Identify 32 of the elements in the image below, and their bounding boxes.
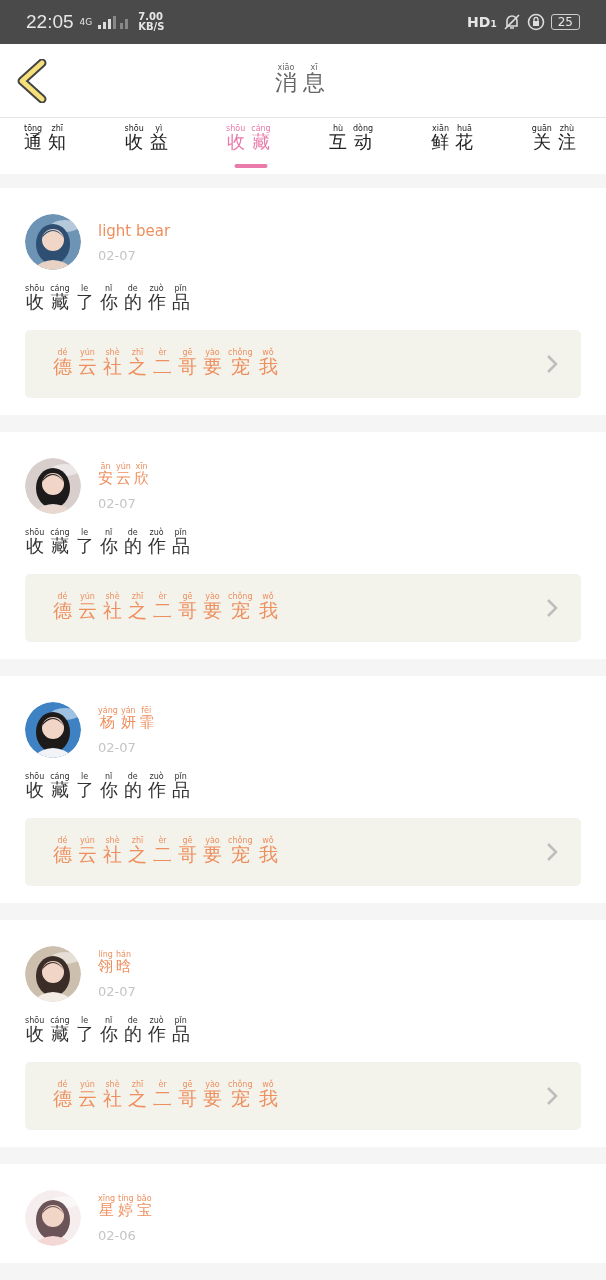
- message-date: 02-07: [98, 739, 137, 755]
- message-text: 收 shōu 藏 cáng 了 le 你 nǐ 的 de 作 zuò 品 pǐn: [25, 772, 191, 802]
- network-speed: 7.00 KB/S: [138, 12, 165, 32]
- bell-off-icon: [502, 13, 521, 31]
- tab[interactable]: 通 tōng 知 zhī: [24, 118, 73, 174]
- hd-indicator: HD1: [467, 14, 497, 30]
- page-title: 消 xiāo 息 xī: [275, 63, 326, 97]
- chevron-right-icon: [545, 354, 559, 374]
- user-name: 翎 líng 晗 hán: [98, 949, 133, 976]
- user-name: 安 ān 云 yún 欣 xīn: [98, 461, 150, 488]
- message-date: 02-07: [98, 495, 137, 511]
- battery-level: 25: [550, 14, 580, 30]
- network-type: 4G: [79, 17, 93, 27]
- user-name: 星 xīng 婷 tíng 宝 bǎo: [98, 1193, 153, 1220]
- clock: 22:05: [26, 11, 74, 33]
- chevron-right-icon: [545, 842, 559, 862]
- chevron-right-icon: [545, 1086, 559, 1106]
- tab[interactable]: 鲜 xiān 花 huā: [431, 118, 480, 174]
- message-text: 收 shōu 藏 cáng 了 le 你 nǐ 的 de 作 zuò 品 pǐn: [25, 528, 191, 558]
- message-date: 02-07: [98, 247, 137, 263]
- message-date: 02-07: [98, 983, 136, 999]
- message-text: 收 shōu 藏 cáng 了 le 你 nǐ 的 de 作 zuò 品 pǐn: [25, 284, 191, 314]
- user-name: light bear: [98, 221, 171, 240]
- user-name: 杨 yáng 妍 yán 霏 fēi: [98, 705, 155, 732]
- rotation-lock-icon: [526, 13, 545, 31]
- message-date: 02-06: [98, 1227, 137, 1243]
- tab[interactable]: 关 guān 注 zhù: [531, 118, 582, 174]
- tab[interactable]: 收 shōu 益 yì: [124, 118, 174, 174]
- tab[interactable]: 互 hù 动 dòng: [329, 118, 380, 174]
- chevron-right-icon: [545, 598, 559, 618]
- message-text: 收 shōu 藏 cáng 了 le 你 nǐ 的 de 作 zuò 品 pǐn: [25, 1016, 191, 1046]
- back-icon[interactable]: [16, 59, 48, 103]
